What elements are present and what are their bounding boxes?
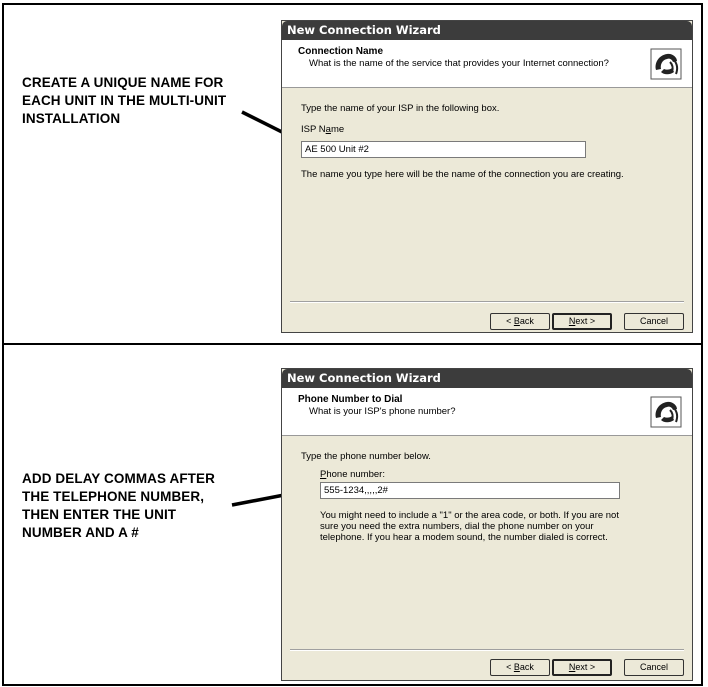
phone-connection-icon xyxy=(650,396,682,428)
label-part: ISP N xyxy=(301,124,326,135)
footer-separator xyxy=(290,649,684,651)
btn-text: ext > xyxy=(575,662,596,672)
btn-text: ack xyxy=(519,316,534,326)
isp-name-input[interactable]: AE 500 Unit #2 xyxy=(301,141,586,158)
footer-separator xyxy=(290,301,684,303)
wizard-window-connection-name: New Connection Wizard Connection Name Wh… xyxy=(281,20,693,333)
next-button[interactable]: Next > xyxy=(552,313,612,330)
phone-number-input[interactable]: 555-1234,,,,,2# xyxy=(320,482,620,499)
back-button[interactable]: < Back xyxy=(490,659,550,676)
next-button[interactable]: Next > xyxy=(552,659,612,676)
btn-text: < xyxy=(506,316,514,326)
instruction-text: Type the phone number below. xyxy=(301,451,431,462)
wizard-window-phone-number: New Connection Wizard Phone Number to Di… xyxy=(281,368,693,681)
window-title: New Connection Wizard xyxy=(282,369,692,388)
isp-name-label: ISP Name xyxy=(301,124,344,135)
phone-number-note: You might need to include a "1" or the a… xyxy=(320,510,619,543)
label-part: me xyxy=(330,124,345,135)
btn-text: ext > xyxy=(575,316,596,326)
connection-name-note: The name you type here will be the name … xyxy=(301,169,624,180)
btn-text: ack xyxy=(519,662,534,672)
cancel-button[interactable]: Cancel xyxy=(624,313,684,330)
cancel-button[interactable]: Cancel xyxy=(624,659,684,676)
btn-text: < xyxy=(506,662,514,672)
back-button[interactable]: < Back xyxy=(490,313,550,330)
header-subtitle: What is your ISP's phone number? xyxy=(309,406,456,417)
wizard-header: Phone Number to Dial What is your ISP's … xyxy=(282,388,692,436)
header-title: Connection Name xyxy=(298,46,384,57)
header-subtitle: What is the name of the service that pro… xyxy=(309,58,609,69)
window-title: New Connection Wizard xyxy=(282,21,692,40)
phone-connection-icon xyxy=(650,48,682,80)
label-part: hone number: xyxy=(326,469,385,480)
header-title: Phone Number to Dial xyxy=(298,394,403,405)
instruction-text: Type the name of your ISP in the followi… xyxy=(301,103,500,114)
wizard-header: Connection Name What is the name of the … xyxy=(282,40,692,88)
phone-number-label: Phone number: xyxy=(320,469,385,480)
